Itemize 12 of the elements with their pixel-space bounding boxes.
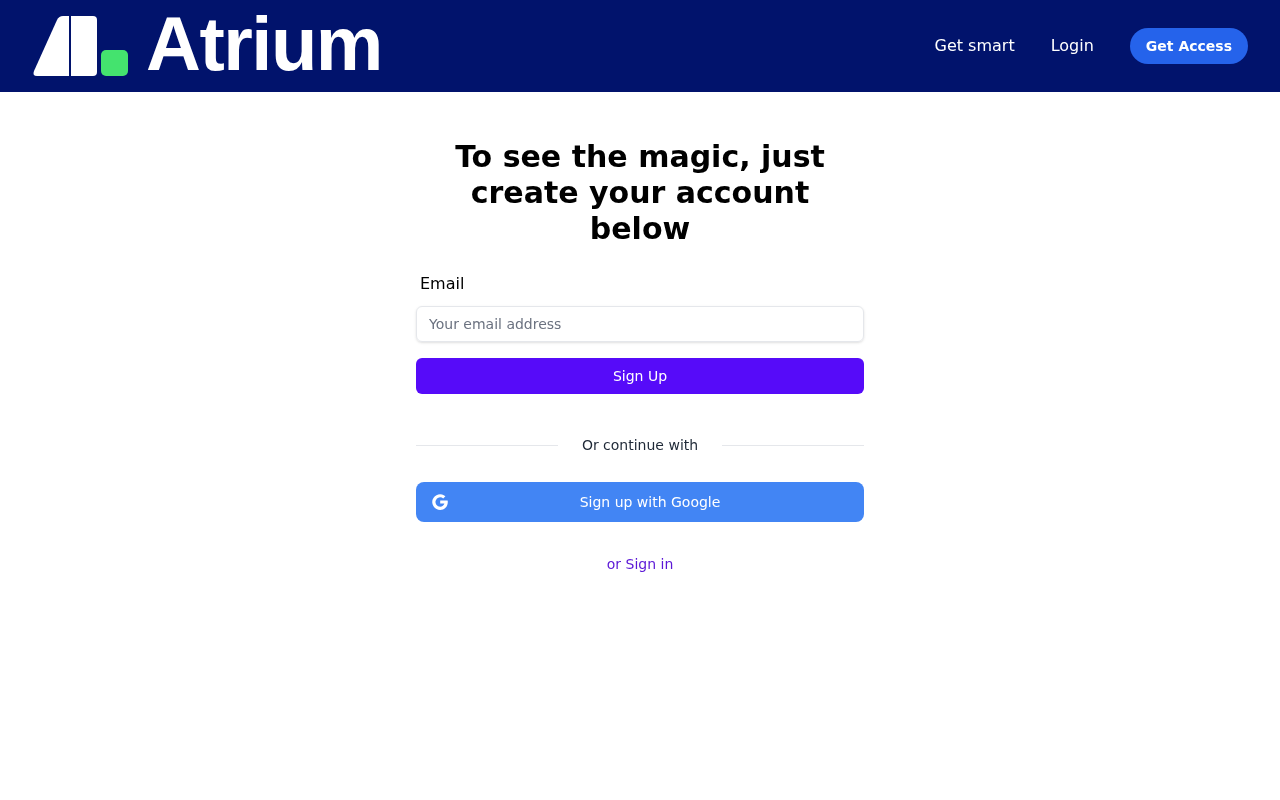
nav-link[interactable]: Get smart bbox=[934, 34, 1015, 58]
sign-in-link[interactable]: or Sign in bbox=[606, 554, 674, 574]
nav-link[interactable]: Login bbox=[1050, 34, 1094, 58]
get-access-button[interactable]: Get Access bbox=[1129, 28, 1248, 64]
signup-heading: To see the magic, just create your account below bbox=[454, 139, 826, 247]
email-input-field[interactable]: Your email address bbox=[416, 306, 864, 342]
logo-icon bbox=[32, 16, 128, 76]
divider-text: Or continue with bbox=[580, 436, 700, 455]
google-g-icon bbox=[432, 494, 448, 510]
google-sign-up-button[interactable]: Sign up with Google bbox=[416, 482, 864, 522]
sign-up-button[interactable]: Sign Up bbox=[416, 358, 864, 394]
email-label: Email bbox=[420, 274, 465, 294]
